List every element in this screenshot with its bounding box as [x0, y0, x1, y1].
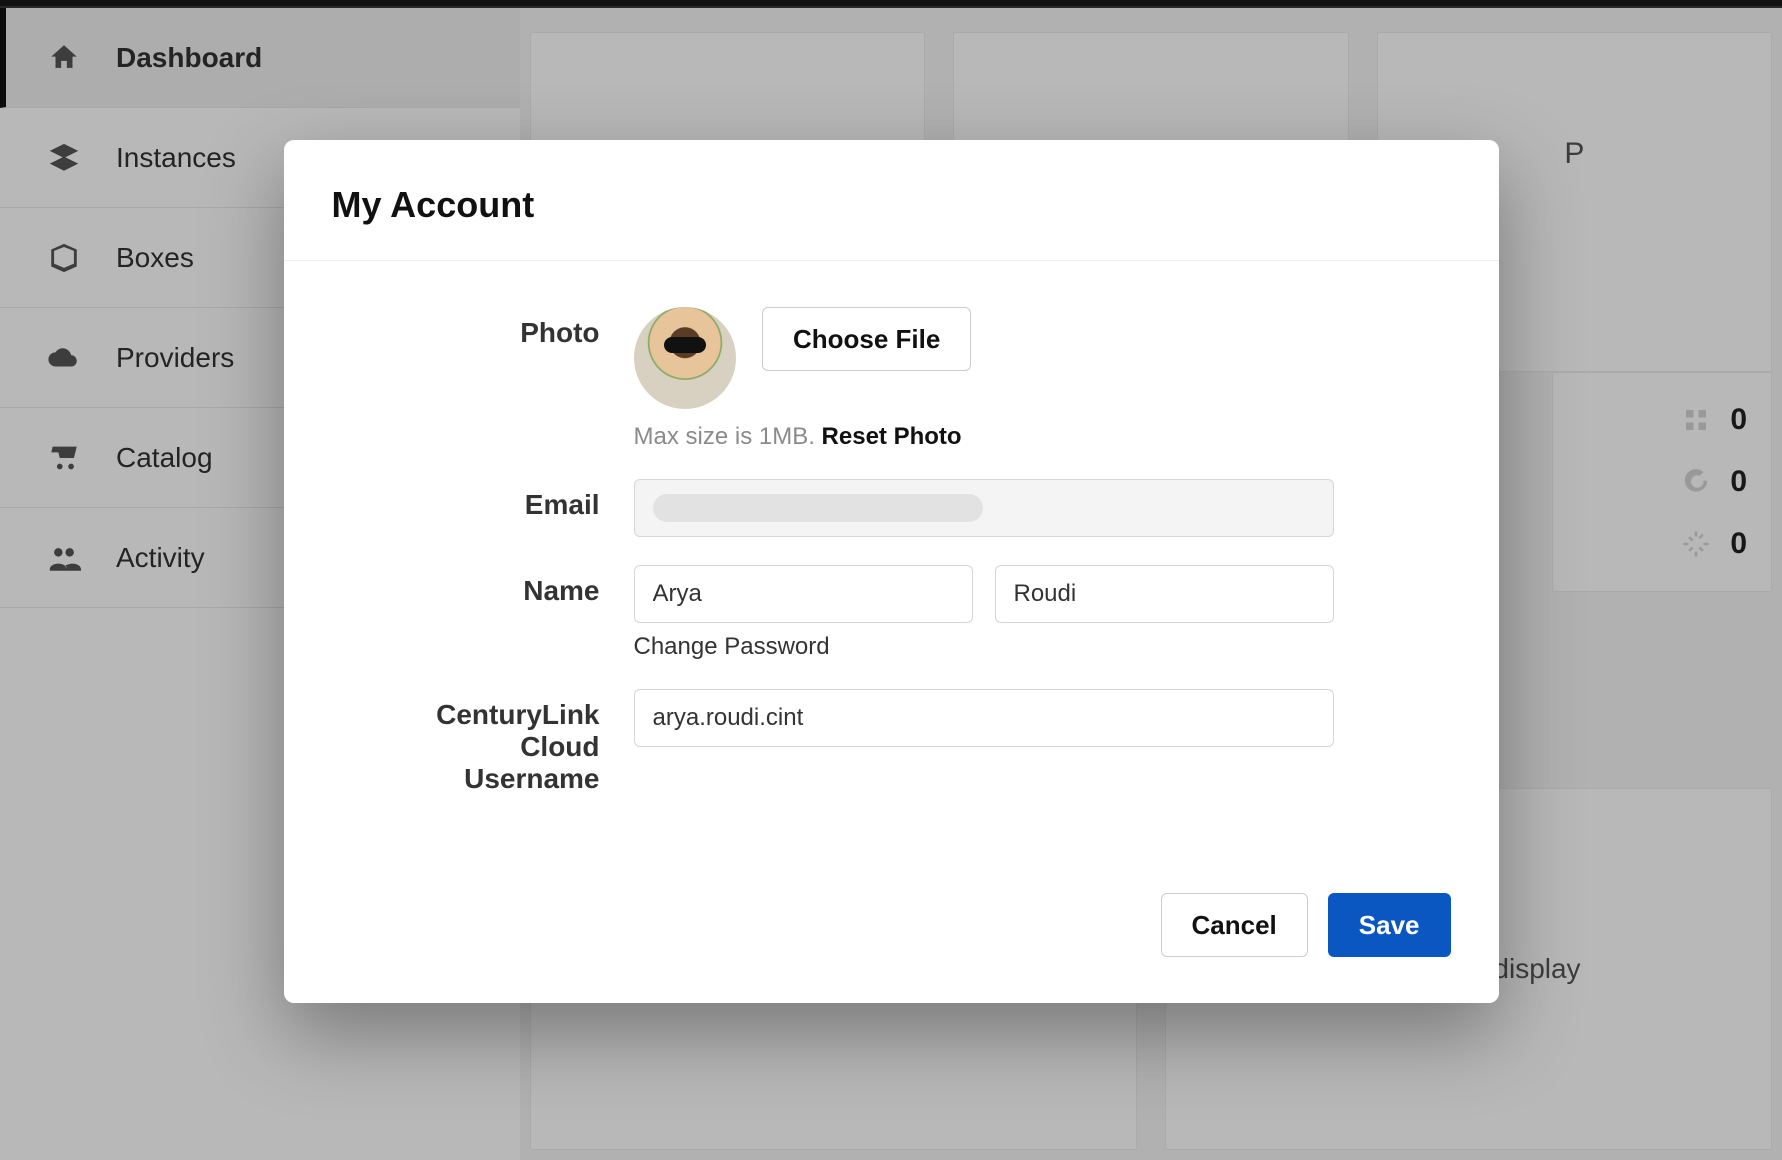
email-label: Email — [354, 479, 634, 521]
clc-username-field[interactable] — [634, 689, 1334, 747]
photo-helper: Max size is 1MB. Reset Photo — [634, 423, 1429, 451]
clc-label-line1: CenturyLink Cloud — [354, 699, 600, 763]
form-row-photo: Photo Choose File Max size is 1MB. Reset… — [354, 307, 1429, 451]
name-label: Name — [354, 565, 634, 607]
my-account-modal: My Account Photo Choose File Max size is… — [284, 140, 1499, 1003]
clc-label-line2: Username — [354, 763, 600, 795]
change-password-row: Change Password — [634, 633, 1429, 661]
avatar — [634, 307, 736, 409]
photo-helper-text: Max size is 1MB. — [634, 423, 822, 450]
photo-label: Photo — [354, 307, 634, 349]
save-button[interactable]: Save — [1328, 893, 1451, 957]
form-row-clc: CenturyLink Cloud Username — [354, 689, 1429, 795]
email-redacted — [653, 494, 983, 522]
form-row-name: Name Change Password — [354, 565, 1429, 661]
first-name-field[interactable] — [634, 565, 973, 623]
modal-overlay[interactable]: My Account Photo Choose File Max size is… — [0, 0, 1782, 1160]
change-password-link[interactable]: Change Password — [634, 633, 830, 660]
clc-username-label: CenturyLink Cloud Username — [354, 689, 634, 795]
modal-body: Photo Choose File Max size is 1MB. Reset… — [284, 261, 1499, 843]
modal-title: My Account — [284, 140, 1499, 261]
modal-footer: Cancel Save — [284, 843, 1499, 1003]
cancel-button[interactable]: Cancel — [1161, 893, 1308, 957]
last-name-field[interactable] — [995, 565, 1334, 623]
reset-photo-link[interactable]: Reset Photo — [822, 423, 962, 450]
choose-file-button[interactable]: Choose File — [762, 307, 971, 371]
form-row-email: Email — [354, 479, 1429, 537]
email-field — [634, 479, 1334, 537]
